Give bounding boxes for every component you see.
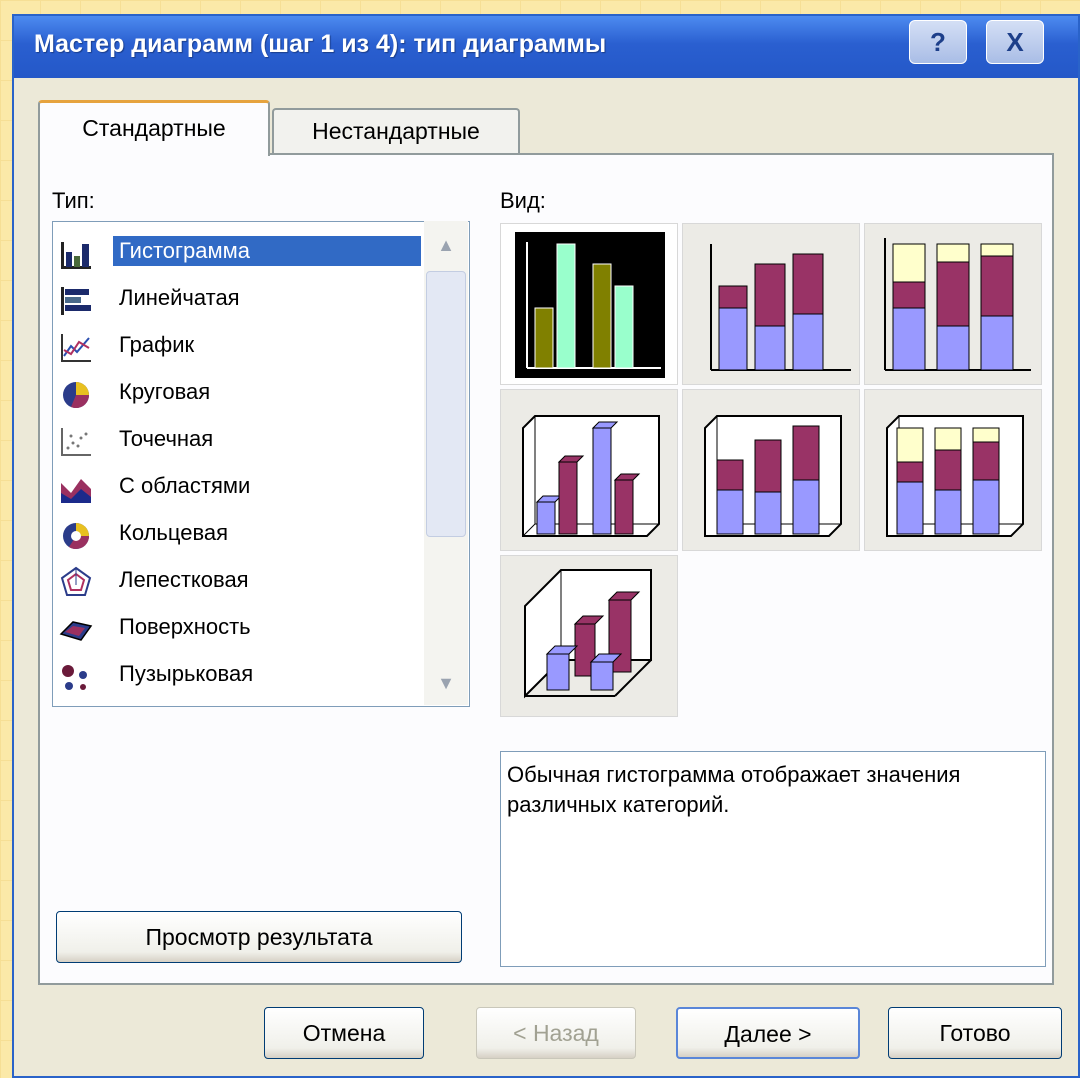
subtype-3d-clustered-column[interactable] (500, 389, 678, 551)
list-item-radar[interactable]: Лепестковая (55, 559, 415, 603)
type-label: Тип: (52, 188, 95, 213)
preview-result-button[interactable]: Просмотр результата (56, 911, 462, 963)
list-item-area[interactable]: С областями (55, 465, 415, 509)
scroll-down-arrow-icon[interactable]: ▼ (424, 661, 468, 705)
scatter-chart-icon (61, 428, 91, 456)
list-item-label: Гистограмма (113, 236, 421, 266)
dialog-title: Мастер диаграмм (шаг 1 из 4): тип диагра… (34, 30, 607, 58)
close-button[interactable]: X (986, 20, 1044, 64)
list-item-column[interactable]: Гистограмма (55, 230, 421, 274)
list-item-bubble[interactable]: Пузырьковая (55, 653, 415, 697)
chart-type-list[interactable]: Гистограмма Линейчатая График Круговая Т… (52, 221, 470, 707)
subtype-3d-stacked-column[interactable] (682, 389, 860, 551)
subtype-stacked-column[interactable] (682, 223, 860, 385)
list-item-label: Кольцевая (119, 520, 229, 545)
bar-chart-icon (61, 287, 91, 315)
chart-subtype-grid (500, 223, 1046, 723)
scroll-up-arrow-icon[interactable]: ▲ (424, 223, 468, 267)
subtype-3d-column[interactable] (500, 555, 678, 717)
cancel-button[interactable]: Отмена (264, 1007, 424, 1059)
title-bar: Мастер диаграмм (шаг 1 из 4): тип диагра… (14, 16, 1078, 78)
bubble-chart-icon (62, 665, 87, 690)
area-chart-icon (61, 479, 91, 503)
list-item-line[interactable]: График (55, 324, 415, 368)
chart-type-description: Обычная гистограмма отображает значения … (500, 751, 1046, 967)
view-label: Вид: (500, 188, 546, 213)
line-chart-icon (61, 334, 91, 362)
subtype-3d-100-stacked-column[interactable] (864, 389, 1042, 551)
tab-custom[interactable]: Нестандартные (272, 108, 520, 154)
next-button[interactable]: Далее > (676, 1007, 860, 1059)
list-item-label: Пузырьковая (119, 661, 254, 686)
list-item-label: Лепестковая (119, 567, 249, 592)
scroll-thumb[interactable] (426, 271, 466, 537)
list-item-scatter[interactable]: Точечная (55, 418, 415, 462)
list-item-label: Круговая (119, 379, 211, 404)
list-item-label: С областями (119, 473, 251, 498)
list-item-bar[interactable]: Линейчатая (55, 277, 415, 321)
list-item-surface[interactable]: Поверхность (55, 606, 415, 650)
help-button[interactable]: ? (909, 20, 967, 64)
list-item-label: Поверхность (119, 614, 251, 639)
radar-chart-icon (60, 566, 92, 596)
doughnut-chart-icon (63, 523, 90, 550)
column-chart-icon (61, 242, 91, 269)
subtype-clustered-column[interactable] (500, 223, 678, 385)
chart-wizard-dialog: Мастер диаграмм (шаг 1 из 4): тип диагра… (12, 14, 1080, 1078)
list-item-label: График (119, 332, 195, 357)
list-item-label: Линейчатая (119, 285, 240, 310)
pie-chart-icon (63, 382, 89, 408)
list-item-doughnut[interactable]: Кольцевая (55, 512, 415, 556)
list-item-pie[interactable]: Круговая (55, 371, 415, 415)
subtype-100-stacked-column[interactable] (864, 223, 1042, 385)
surface-chart-icon (59, 621, 93, 641)
list-item-label: Точечная (119, 426, 214, 451)
finish-button[interactable]: Готово (888, 1007, 1062, 1059)
type-list-scrollbar[interactable]: ▲ ▼ (424, 221, 468, 705)
tab-standard[interactable]: Стандартные (38, 100, 270, 156)
back-button[interactable]: < Назад (476, 1007, 636, 1059)
